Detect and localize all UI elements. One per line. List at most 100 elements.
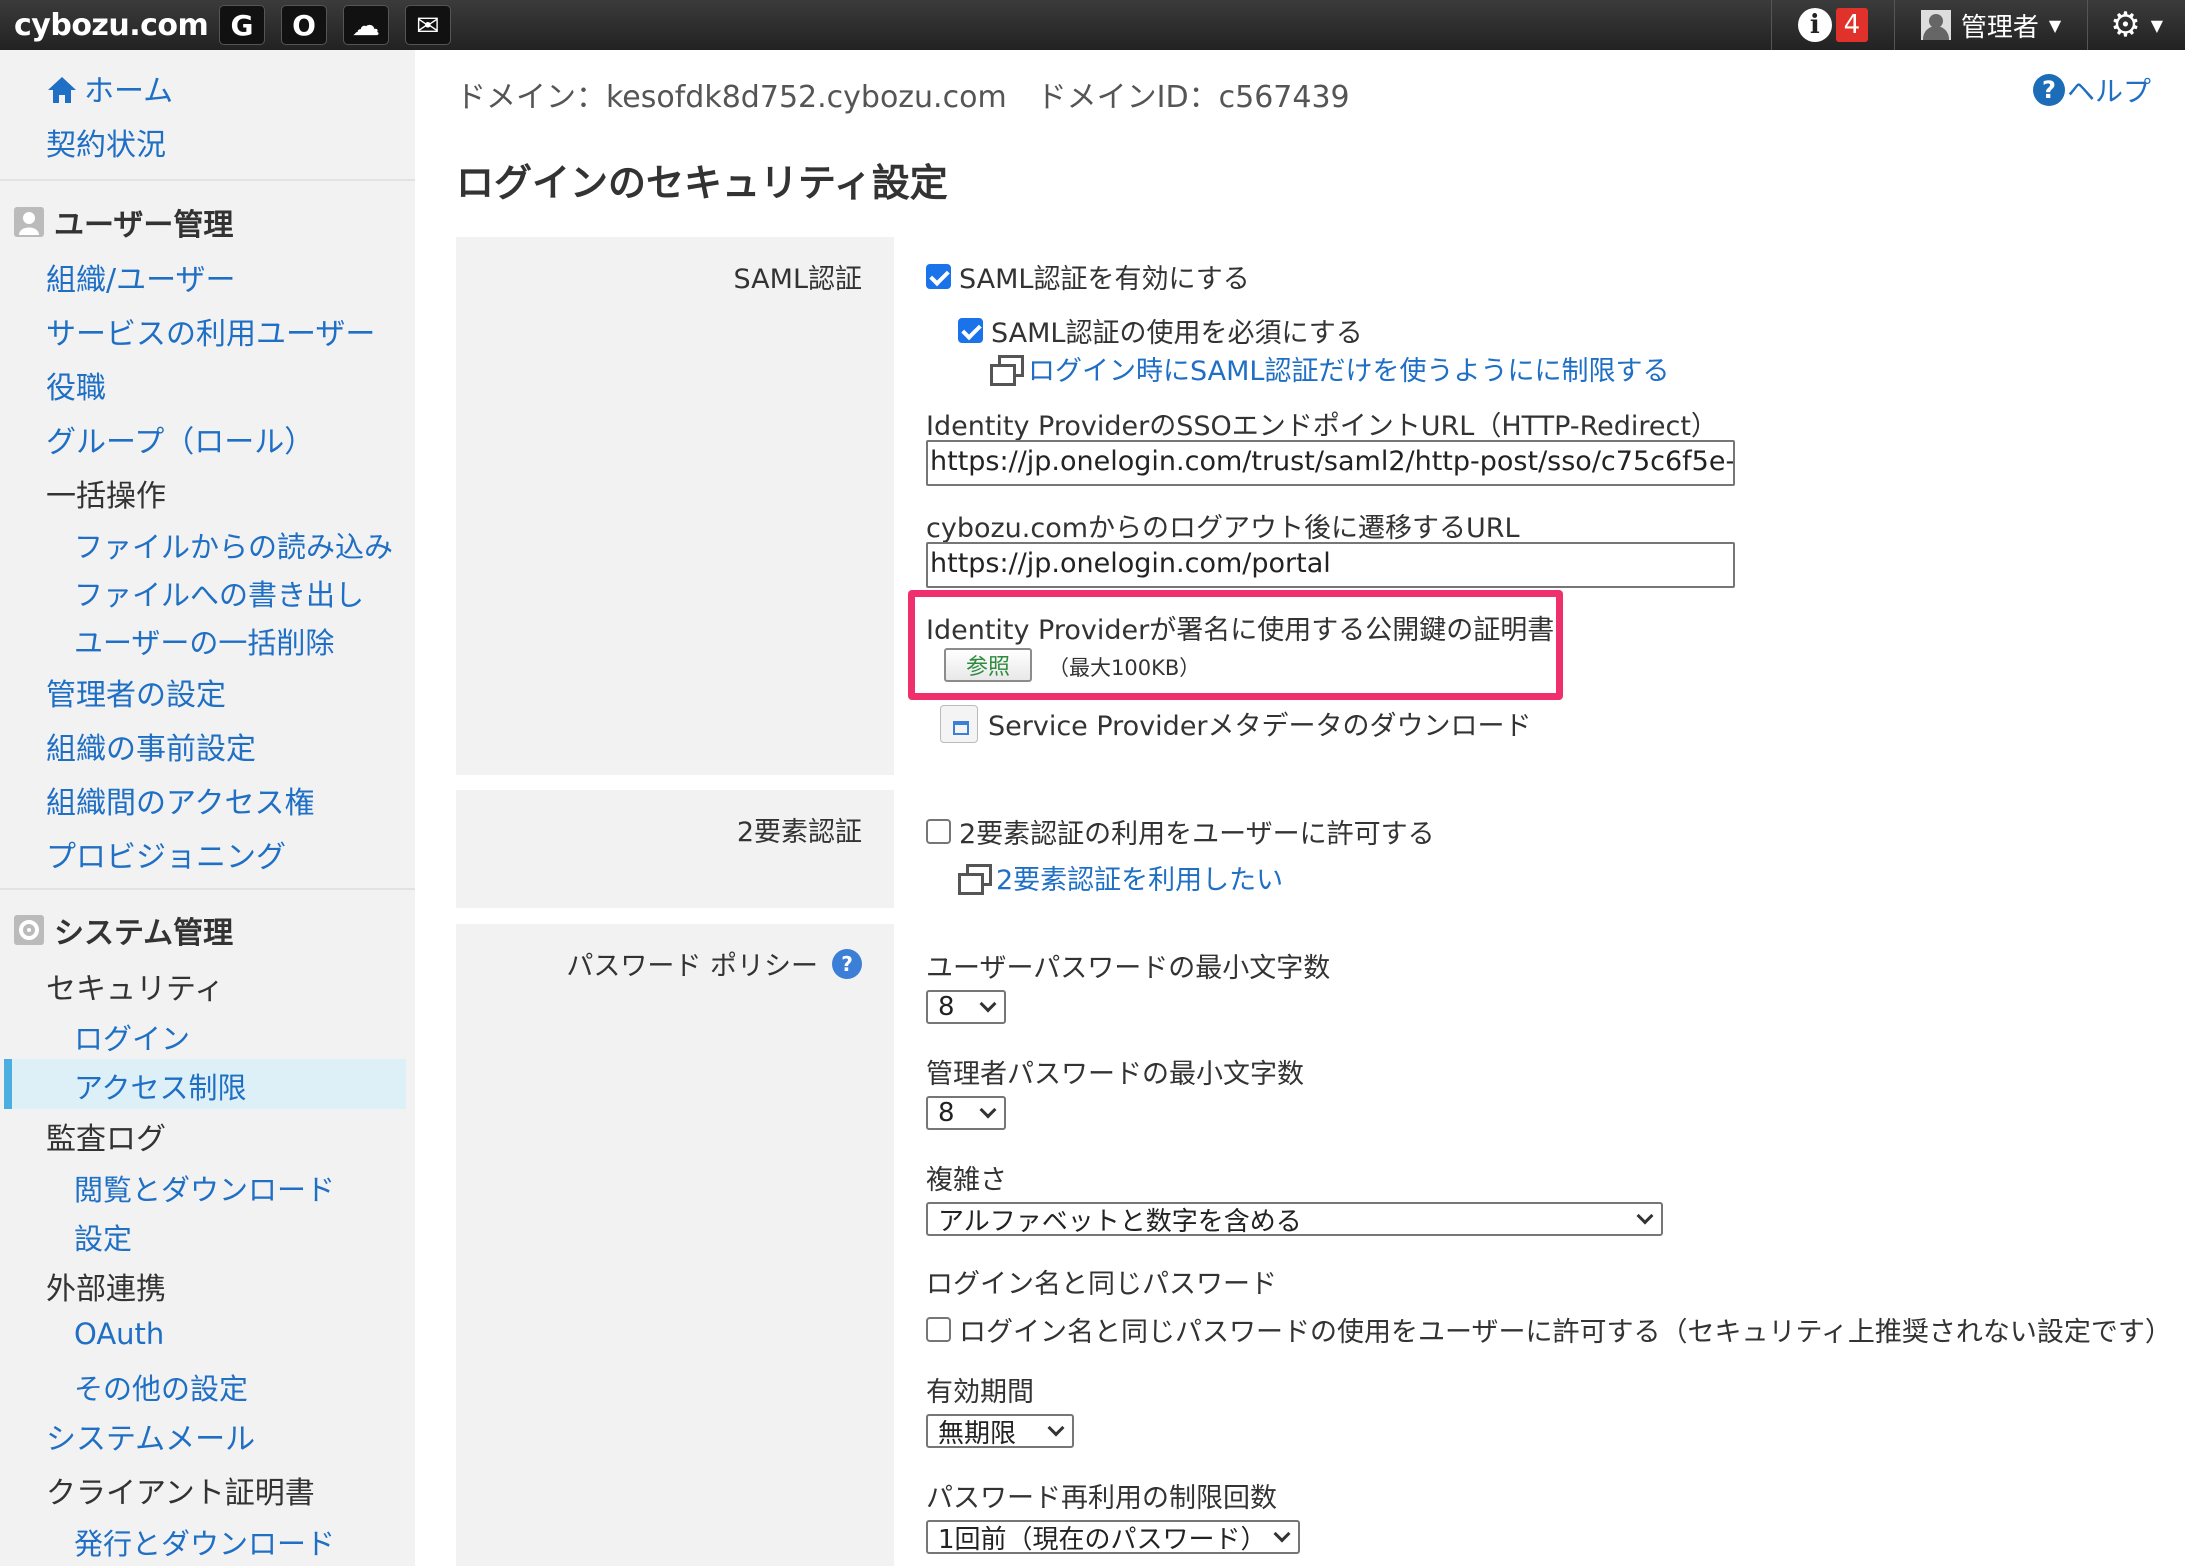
sidebar-item-groups[interactable]: グループ（ロール） — [46, 417, 314, 461]
sidebar-item-bulk-delete[interactable]: ユーザーの一括削除 — [74, 620, 334, 662]
twofactor-link-label: 2要素認証を利用したい — [996, 865, 1284, 896]
sidebar-item-service-users[interactable]: サービスの利用ユーザー — [46, 309, 375, 353]
complexity-label: 複雑さ — [926, 1165, 1007, 1196]
sidebar-item-access-restriction[interactable]: アクセス制限 — [74, 1065, 247, 1107]
saml-enable-label: SAML認証を有効にする — [959, 264, 1250, 295]
sidebar-item-contract[interactable]: 契約状況 — [46, 120, 166, 164]
popup-window-icon — [958, 863, 992, 895]
logout-url-label: cybozu.comからのログアウト後に遷移するURL — [926, 513, 1520, 544]
saml-require-option[interactable]: SAML認証の使用を必須にする — [958, 311, 1363, 350]
sidebar-item-system-mail[interactable]: システムメール — [46, 1414, 255, 1458]
saml-require-checkbox[interactable] — [958, 318, 983, 343]
heading-label: システム管理 — [54, 916, 234, 951]
sidebar-item-oauth[interactable]: OAuth — [74, 1317, 164, 1351]
help-icon: ? — [2032, 74, 2065, 106]
sidebar-item-other-settings[interactable]: その他の設定 — [74, 1366, 248, 1408]
sidebar-item-inter-org-access[interactable]: 組織間のアクセス権 — [46, 778, 315, 822]
reuse-select[interactable]: 1回前（現在のパスワード） — [926, 1520, 1300, 1555]
cert-label: Identity Providerが署名に使用する公開鍵の証明書 — [926, 615, 1555, 646]
sidebar-item-login[interactable]: ログイン — [74, 1016, 190, 1058]
info-icon: i — [1797, 8, 1832, 42]
help-icon[interactable]: ? — [832, 948, 862, 979]
sidebar-heading-user-management: ユーザー管理 — [14, 200, 233, 244]
expiry-select[interactable]: 無期限 — [926, 1414, 1074, 1449]
twofactor-allow-checkbox[interactable] — [926, 819, 951, 844]
caret-down-icon: ▼ — [2048, 15, 2062, 35]
sidebar-item-import[interactable]: ファイルからの読み込み — [74, 524, 393, 566]
select-value: アルファベットと数字を含める — [938, 1206, 1302, 1237]
sso-url-label: Identity ProviderのSSOエンドポイントURL（HTTP-Red… — [926, 411, 1718, 442]
help-link[interactable]: ? ヘルプ — [2032, 70, 2151, 110]
sidebar-label-audit-log: 監査ログ — [46, 1122, 166, 1157]
chevron-down-icon — [979, 995, 997, 1013]
saml-enable-option[interactable]: SAML認証を有効にする — [926, 257, 1250, 296]
same-as-login-option-label: ログイン名と同じパスワードの使用をユーザーに許可する（セキュリティ上推奨されない… — [959, 1317, 2172, 1348]
notification-badge: 4 — [1835, 8, 1868, 42]
twofactor-link[interactable]: 2要素認証を利用したい — [958, 858, 1283, 897]
sidebar-item-org-presets[interactable]: 組織の事前設定 — [46, 724, 256, 768]
user-icon — [1920, 10, 1951, 40]
saml-label: SAML認証 — [733, 264, 862, 295]
expiry-label: 有効期間 — [926, 1377, 1034, 1408]
password-policy-label: パスワード ポリシー ? — [566, 944, 862, 983]
twofactor-label-cell: 2要素認証 — [456, 790, 894, 908]
heading-label: ユーザー管理 — [54, 208, 234, 243]
saml-label-cell: SAML認証 — [456, 237, 894, 775]
user-menu-button[interactable]: 管理者 ▼ — [1895, 7, 2087, 44]
domain-info: ドメイン：kesofdk8d752.cybozu.com ドメインID：c567… — [456, 80, 1350, 115]
saml-restrict-link-label: ログイン時にSAML認証だけを使うようにに制限する — [1028, 356, 1670, 387]
saml-restrict-link[interactable]: ログイン時にSAML認証だけを使うようにに制限する — [990, 349, 1669, 388]
sidebar: ホーム 契約状況 ユーザー管理 組織/ユーザー サービスの利用ユーザー 役職 グ… — [0, 50, 415, 1566]
twofactor-allow-option[interactable]: 2要素認証の利用をユーザーに許可する — [926, 812, 1435, 851]
sso-url-field[interactable]: https://jp.onelogin.com/trust/saml2/http… — [926, 440, 1735, 486]
max-size-note: （最大100KB） — [1048, 656, 1201, 680]
sidebar-item-audit-settings[interactable]: 設定 — [74, 1216, 132, 1258]
sidebar-item-admin-settings[interactable]: 管理者の設定 — [46, 670, 226, 714]
gear-icon: ⚙ — [2110, 5, 2141, 45]
popup-window-icon — [990, 354, 1024, 386]
notifications-button[interactable]: i 4 — [1772, 8, 1894, 42]
metadata-download-link[interactable]: Service Providerメタデータのダウンロード — [940, 704, 1532, 743]
same-as-login-option[interactable]: ログイン名と同じパスワードの使用をユーザーに許可する（セキュリティ上推奨されない… — [926, 1310, 2172, 1349]
office-icon[interactable]: O — [281, 5, 327, 45]
garoon-icon[interactable]: G — [219, 5, 265, 45]
saml-require-label: SAML認証の使用を必須にする — [991, 318, 1363, 349]
sidebar-item-provisioning[interactable]: プロビジョニング — [46, 832, 286, 876]
user-min-select[interactable]: 8 — [926, 990, 1006, 1024]
sidebar-label-client-cert: クライアント証明書 — [46, 1476, 315, 1511]
logout-url-field[interactable]: https://jp.onelogin.com/portal — [926, 542, 1735, 588]
admin-min-label: 管理者パスワードの最小文字数 — [926, 1059, 1304, 1090]
mailwise-icon[interactable]: ✉ — [405, 5, 451, 45]
home-icon — [46, 75, 78, 105]
top-right-controls: i 4 管理者 ▼ ⚙ ▼ — [1770, 0, 2185, 50]
user-min-label: ユーザーパスワードの最小文字数 — [926, 953, 1331, 984]
user-management-icon — [14, 207, 44, 237]
sidebar-item-positions[interactable]: 役職 — [46, 363, 106, 407]
page-title: ログインのセキュリティ設定 — [456, 161, 948, 205]
saml-enable-checkbox[interactable] — [926, 264, 951, 289]
select-value: 8 — [938, 992, 955, 1022]
divider — [0, 888, 415, 890]
sidebar-item-org-users[interactable]: 組織/ユーザー — [46, 255, 236, 299]
download-icon — [940, 704, 978, 743]
same-as-login-checkbox[interactable] — [926, 1317, 951, 1342]
user-name: 管理者 — [1960, 12, 2039, 43]
select-value: 8 — [938, 1098, 955, 1128]
sidebar-label-external: 外部連携 — [46, 1272, 166, 1307]
sidebar-item-home[interactable]: ホーム — [46, 66, 173, 110]
select-value: 無期限 — [938, 1418, 1017, 1449]
browse-button[interactable]: 参照 — [944, 648, 1032, 682]
cybozu-logo[interactable]: cybozu.com — [14, 8, 219, 43]
settings-menu-button[interactable]: ⚙ ▼ — [2088, 5, 2185, 45]
sidebar-item-export[interactable]: ファイルへの書き出し — [74, 572, 364, 614]
kintone-icon[interactable]: ☁ — [343, 5, 389, 45]
admin-min-select[interactable]: 8 — [926, 1096, 1006, 1130]
password-label-cell: パスワード ポリシー ? — [456, 924, 894, 1566]
sidebar-item-cert-issue[interactable]: 発行とダウンロード — [74, 1521, 335, 1563]
chevron-down-icon — [1273, 1525, 1291, 1543]
chevron-down-icon — [1636, 1207, 1654, 1225]
complexity-select[interactable]: アルファベットと数字を含める — [926, 1202, 1663, 1237]
select-value: 1回前（現在のパスワード） — [938, 1524, 1267, 1555]
reuse-label: パスワード再利用の制限回数 — [926, 1483, 1277, 1514]
sidebar-item-audit-view[interactable]: 閲覧とダウンロード — [74, 1167, 335, 1209]
